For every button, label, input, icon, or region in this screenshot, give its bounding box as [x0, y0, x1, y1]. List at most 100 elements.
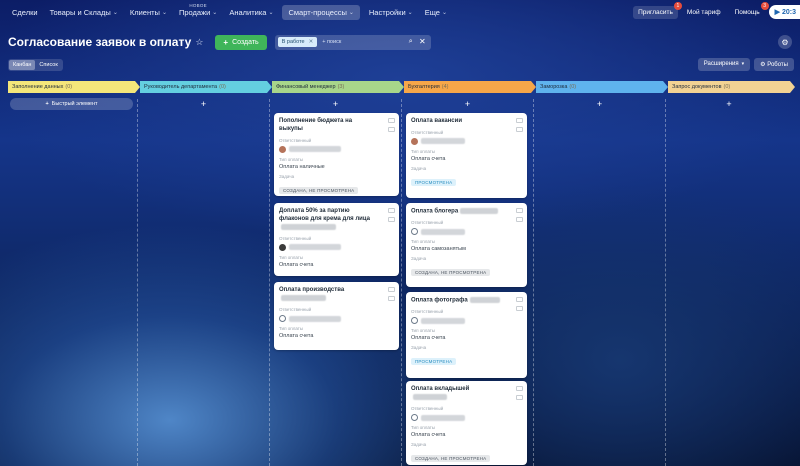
clock-time: 20:3 [781, 9, 796, 16]
column-divider [533, 99, 534, 466]
column-count: (0) [219, 84, 226, 90]
kanban-card[interactable]: Оплата производства Ответственный Тип оп… [274, 282, 399, 350]
column-header[interactable]: Запрос документов (0) [668, 81, 795, 93]
task-icon[interactable] [388, 296, 395, 301]
comment-icon[interactable] [388, 287, 395, 292]
add-card-button[interactable]: + [272, 97, 399, 111]
search-input[interactable]: + поиск [322, 39, 341, 45]
robots-button[interactable]: ⚙ Роботы [754, 58, 794, 71]
kanban-card[interactable]: Оплата фотографа Ответственный Тип оплат… [406, 292, 527, 378]
comment-icon[interactable] [516, 118, 523, 123]
nav-item-sales[interactable]: НОВОЕ Продажи ⌄ [173, 0, 223, 24]
tab-list[interactable]: Список [35, 60, 61, 70]
nav-item-analytics[interactable]: Аналитика ⌄ [223, 0, 279, 24]
avatar[interactable] [279, 243, 286, 251]
nav-item-clients[interactable]: Клиенты ⌄ [124, 0, 173, 24]
kanban-column-document-request: Запрос документов (0) + [668, 81, 795, 466]
help-button[interactable]: Помощь 3 [730, 1, 769, 19]
status-badge: ПРОСМОТРЕНА [411, 358, 457, 366]
column-header[interactable]: Руководитель департамента (0) [140, 81, 272, 93]
kanban-card[interactable]: Оплата вакансии Ответственный Тип оплаты… [406, 113, 527, 198]
task-icon[interactable] [516, 217, 523, 222]
field-label: Ответственный [411, 309, 444, 315]
redacted-text [469, 297, 500, 303]
star-icon[interactable]: ☆ [195, 37, 203, 48]
column-count: (3) [337, 84, 345, 90]
kanban-card[interactable]: Оплата блогера Ответственный Тип оплаты … [406, 203, 527, 287]
field-label: Задача [411, 165, 427, 171]
card-title[interactable]: Оплата производства [279, 287, 371, 303]
responsible-row [279, 315, 394, 323]
avatar[interactable] [279, 315, 286, 323]
card-actions [516, 118, 523, 132]
avatar[interactable] [411, 414, 418, 422]
kanban-card[interactable]: Оплата вкладышей Ответственный Тип оплат… [406, 381, 527, 465]
avatar[interactable] [411, 228, 418, 236]
responsible-row [279, 145, 394, 153]
quick-add-button[interactable]: + Быстрый элемент [10, 98, 133, 110]
close-icon[interactable]: ✕ [309, 39, 314, 45]
column-title: Заполнение данных [12, 84, 64, 90]
task-icon[interactable] [388, 127, 395, 132]
column-header[interactable]: Бухгалтерия (4) [404, 81, 536, 93]
comment-icon[interactable] [516, 208, 523, 213]
comment-icon[interactable] [516, 386, 523, 391]
clock-widget[interactable]: ▶ 20:3 [768, 5, 800, 19]
filter-search-box[interactable]: В работе ✕ + поиск ⌕ ✕ [274, 34, 431, 50]
responsible-row [411, 317, 522, 325]
nav-item-settings[interactable]: Настройки ⌄ [363, 0, 419, 24]
task-icon[interactable] [516, 395, 523, 400]
task-icon[interactable] [516, 127, 523, 132]
card-actions [388, 208, 395, 222]
tariff-button[interactable]: Мой тариф [682, 6, 726, 19]
create-button[interactable]: + Создать [215, 34, 267, 50]
avatar[interactable] [279, 145, 286, 153]
comment-icon[interactable] [388, 208, 395, 213]
status-badge: СОЗДАНА, НЕ ПРОСМОТРЕНА [411, 269, 491, 277]
kanban-column-finance-manager: Финансовый менеджер (3) + Пополнение бюдж… [272, 81, 404, 466]
invite-button[interactable]: Пригласить 1 [633, 1, 682, 19]
column-header[interactable]: Заморозка (0) [536, 81, 668, 93]
search-icon[interactable]: ⌕ [409, 38, 413, 46]
responsible-row [279, 243, 394, 251]
status-badge: ПРОСМОТРЕНА [411, 178, 457, 186]
comment-icon[interactable] [388, 118, 395, 123]
card-title[interactable]: Доплата 50% за партию флаконов для крема… [279, 208, 371, 232]
column-header[interactable]: Заполнение данных (0) [8, 81, 140, 93]
card-title[interactable]: Пополнение бюджета на выкупы [279, 118, 371, 134]
task-icon[interactable] [516, 306, 523, 311]
extensions-button[interactable]: Расширения ▾ [697, 58, 751, 71]
nav-item-more[interactable]: Еще ⌄ [419, 0, 453, 24]
nav-item-goods[interactable]: Товары и Склады ⌄ [44, 0, 124, 24]
filter-chip[interactable]: В работе ✕ [277, 37, 318, 47]
clear-icon[interactable]: ✕ [419, 37, 426, 46]
card-title[interactable]: Оплата вакансии [411, 118, 503, 126]
add-card-button[interactable]: + [536, 97, 663, 111]
kanban-card[interactable]: Пополнение бюджета на выкупы Ответственн… [274, 113, 399, 196]
filter-chip-label: В работе [281, 39, 305, 45]
pay-type-value: Оплата счета [411, 155, 446, 162]
card-title[interactable]: Оплата блогера [411, 208, 503, 216]
card-title[interactable]: Оплата вкладышей [411, 386, 503, 402]
chevron-down-icon: ⌄ [161, 9, 167, 16]
add-card-button[interactable]: + [404, 97, 531, 111]
task-icon[interactable] [388, 217, 395, 222]
responsible-row [411, 228, 522, 236]
nav-item-deals[interactable]: Сделки [6, 0, 44, 24]
avatar[interactable] [411, 317, 418, 325]
comment-icon[interactable] [516, 297, 523, 302]
kanban-card[interactable]: Доплата 50% за партию флаконов для крема… [274, 203, 399, 276]
card-title[interactable]: Оплата фотографа [411, 297, 503, 305]
column-header[interactable]: Финансовый менеджер (3) [272, 81, 404, 93]
add-card-button[interactable]: + [140, 97, 267, 111]
quick-add-label: Быстрый элемент [51, 101, 98, 107]
nav-item-smart-processes[interactable]: Смарт-процессы ⌄ [282, 4, 360, 20]
card-actions [516, 297, 523, 311]
plus-icon: + [45, 101, 49, 107]
gear-icon[interactable]: ⚙ [778, 35, 792, 49]
pay-type-value: Оплата наличные [279, 163, 325, 170]
avatar[interactable] [411, 137, 418, 145]
tab-kanban[interactable]: Канбан [9, 60, 36, 70]
add-card-button[interactable]: + [668, 97, 790, 111]
redacted-name [421, 228, 465, 235]
